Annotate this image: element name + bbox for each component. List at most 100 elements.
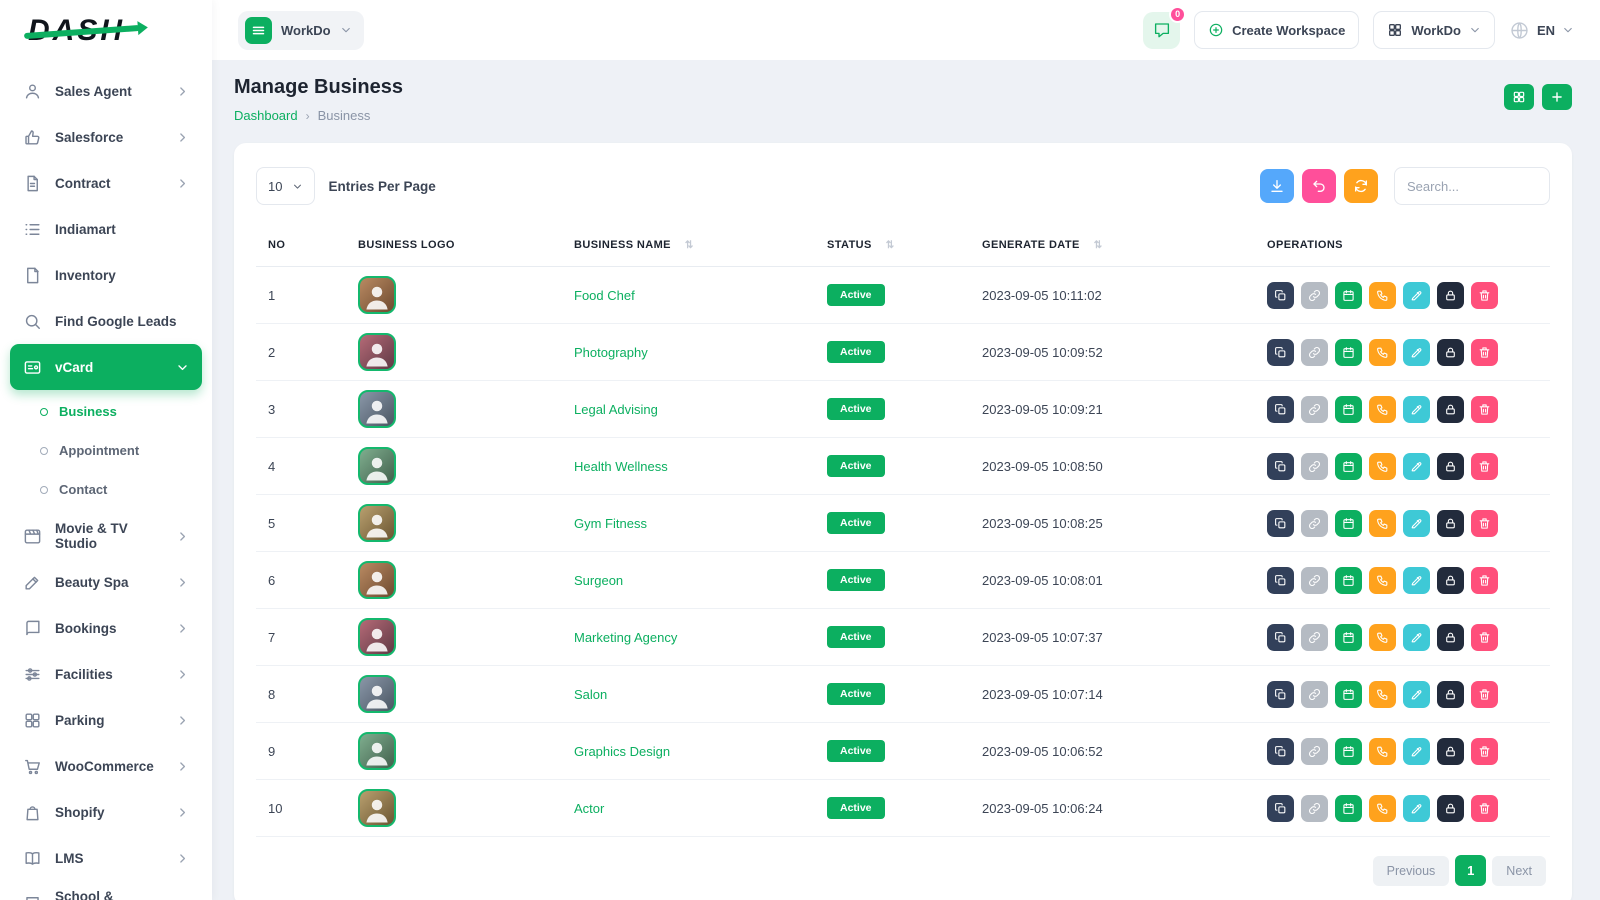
delete-button[interactable] [1471,453,1498,480]
calendar-button[interactable] [1335,339,1362,366]
edit-button[interactable] [1403,624,1430,651]
business-logo-avatar[interactable] [358,333,396,371]
business-logo-avatar[interactable] [358,789,396,827]
sidebar-item-find-google-leads[interactable]: Find Google Leads [10,298,202,344]
lock-button[interactable] [1437,510,1464,537]
business-logo-avatar[interactable] [358,447,396,485]
phone-button[interactable] [1369,567,1396,594]
sidebar-item-sales-agent[interactable]: Sales Agent [10,68,202,114]
sidebar-item-school-institute[interactable]: School & Institute [10,881,202,900]
sidebar-item-beauty-spa[interactable]: Beauty Spa [10,559,202,605]
delete-button[interactable] [1471,282,1498,309]
delete-button[interactable] [1471,624,1498,651]
sidebar-item-bookings[interactable]: Bookings [10,605,202,651]
sidebar-subitem-contact[interactable]: Contact [40,470,202,509]
calendar-button[interactable] [1335,396,1362,423]
business-logo-avatar[interactable] [358,390,396,428]
sidebar-item-indiamart[interactable]: Indiamart [10,206,202,252]
sort-icon[interactable]: ⇅ [685,240,694,251]
link-button[interactable] [1301,624,1328,651]
calendar-button[interactable] [1335,453,1362,480]
calendar-button[interactable] [1335,510,1362,537]
sidebar-item-movie-tv-studio[interactable]: Movie & TV Studio [10,513,202,559]
copy-button[interactable] [1267,396,1294,423]
phone-button[interactable] [1369,624,1396,651]
pagination-previous-button[interactable]: Previous [1373,856,1450,886]
phone-button[interactable] [1369,282,1396,309]
pagination-next-button[interactable]: Next [1492,856,1546,886]
phone-button[interactable] [1369,795,1396,822]
business-logo-avatar[interactable] [358,618,396,656]
undo-button[interactable] [1302,169,1336,203]
calendar-button[interactable] [1335,282,1362,309]
edit-button[interactable] [1403,795,1430,822]
lock-button[interactable] [1437,795,1464,822]
copy-button[interactable] [1267,339,1294,366]
edit-button[interactable] [1403,681,1430,708]
calendar-button[interactable] [1335,624,1362,651]
business-logo-avatar[interactable] [358,675,396,713]
phone-button[interactable] [1369,510,1396,537]
edit-button[interactable] [1403,282,1430,309]
business-name-link[interactable]: Gym Fitness [574,516,647,531]
business-name-link[interactable]: Health Wellness [574,459,668,474]
copy-button[interactable] [1267,738,1294,765]
edit-button[interactable] [1403,738,1430,765]
edit-button[interactable] [1403,567,1430,594]
workspace-selector[interactable]: WorkDo [238,11,364,50]
column-header-generate-date[interactable]: GENERATE DATE⇅ [970,231,1255,267]
link-button[interactable] [1301,339,1328,366]
breadcrumb-dashboard-link[interactable]: Dashboard [234,108,298,123]
copy-button[interactable] [1267,795,1294,822]
business-name-link[interactable]: Food Chef [574,288,635,303]
copy-button[interactable] [1267,681,1294,708]
delete-button[interactable] [1471,567,1498,594]
delete-button[interactable] [1471,396,1498,423]
sidebar-item-vcard[interactable]: vCard [10,344,202,390]
link-button[interactable] [1301,795,1328,822]
lock-button[interactable] [1437,453,1464,480]
lock-button[interactable] [1437,567,1464,594]
business-name-link[interactable]: Surgeon [574,573,623,588]
calendar-button[interactable] [1335,795,1362,822]
create-workspace-button[interactable]: Create Workspace [1194,11,1359,49]
business-name-link[interactable]: Graphics Design [574,744,670,759]
phone-button[interactable] [1369,681,1396,708]
sort-icon[interactable]: ⇅ [886,240,895,251]
delete-button[interactable] [1471,738,1498,765]
business-name-link[interactable]: Marketing Agency [574,630,677,645]
link-button[interactable] [1301,510,1328,537]
copy-button[interactable] [1267,282,1294,309]
link-button[interactable] [1301,453,1328,480]
business-logo-avatar[interactable] [358,276,396,314]
business-logo-avatar[interactable] [358,732,396,770]
phone-button[interactable] [1369,396,1396,423]
delete-button[interactable] [1471,510,1498,537]
sidebar-item-shopify[interactable]: Shopify [10,789,202,835]
edit-button[interactable] [1403,396,1430,423]
sidebar-subitem-business[interactable]: Business [40,392,202,431]
lock-button[interactable] [1437,282,1464,309]
business-logo-avatar[interactable] [358,504,396,542]
link-button[interactable] [1301,396,1328,423]
sort-icon[interactable]: ⇅ [1094,240,1103,251]
add-business-button[interactable] [1542,84,1572,110]
link-button[interactable] [1301,282,1328,309]
sidebar-item-woocommerce[interactable]: WooCommerce [10,743,202,789]
column-header-status[interactable]: STATUS⇅ [815,231,970,267]
lock-button[interactable] [1437,624,1464,651]
workdo-menu-button[interactable]: WorkDo [1373,11,1495,49]
lock-button[interactable] [1437,681,1464,708]
edit-button[interactable] [1403,510,1430,537]
entries-per-page-select[interactable]: 10 [256,167,315,205]
sidebar-item-lms[interactable]: LMS [10,835,202,881]
sidebar-item-parking[interactable]: Parking [10,697,202,743]
copy-button[interactable] [1267,510,1294,537]
calendar-button[interactable] [1335,681,1362,708]
copy-button[interactable] [1267,624,1294,651]
link-button[interactable] [1301,567,1328,594]
copy-button[interactable] [1267,453,1294,480]
calendar-button[interactable] [1335,567,1362,594]
delete-button[interactable] [1471,795,1498,822]
calendar-button[interactable] [1335,738,1362,765]
